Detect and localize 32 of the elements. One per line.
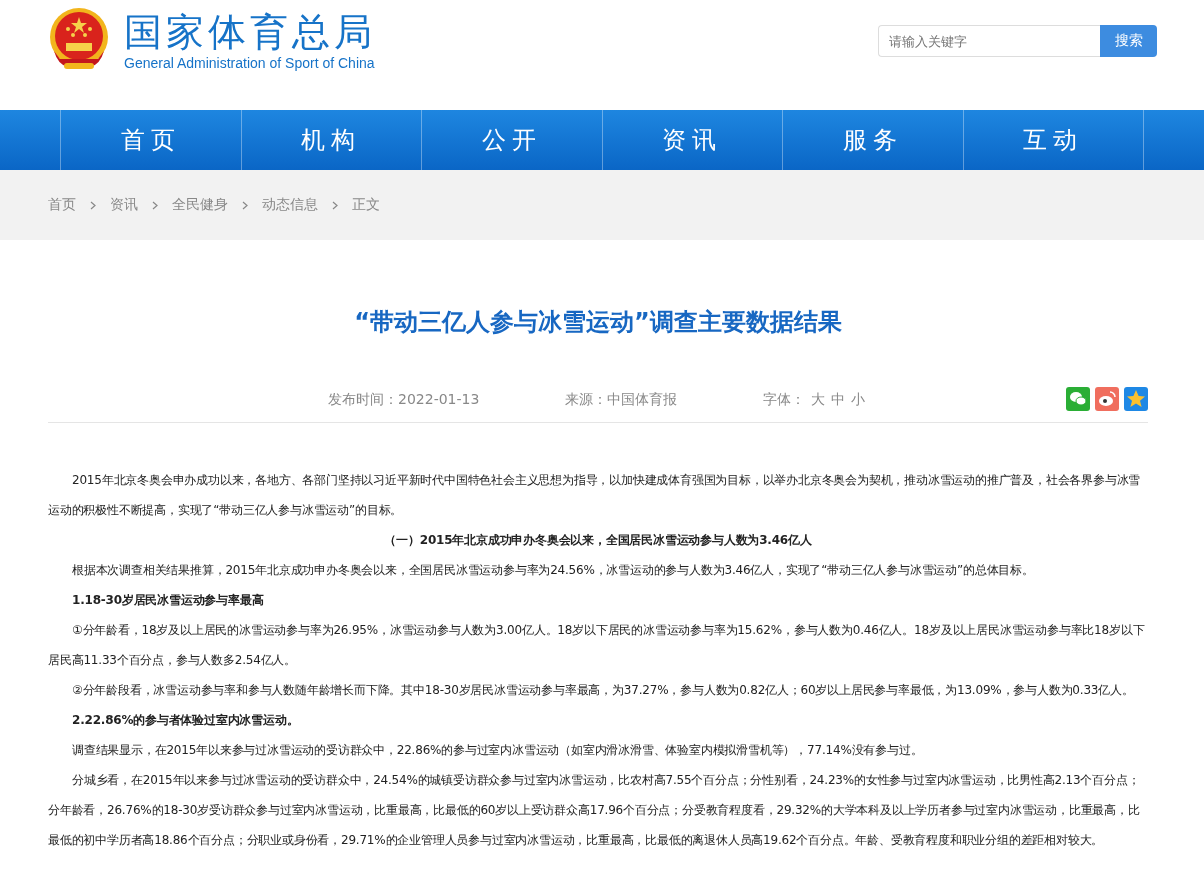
chat-share-icon[interactable]	[1066, 387, 1090, 411]
article-paragraph: 2015年北京冬奥会申办成功以来，各地方、各部门坚持以习近平新时代中国特色社会主义思想为指导，以加快建成体育强国为目标，以举办北京冬奥会为契机，推动冰雪运动的推广普及，社会各界参与冰雪运动的积极性不断提高，实现了“带动三亿人参与冰雪运动”的目标。	[48, 472, 1142, 519]
breadcrumb-link[interactable]: 全民健身	[172, 196, 228, 214]
star-share-icon[interactable]	[1124, 387, 1148, 411]
site-subtitle: General Administration of Sport of China	[124, 55, 376, 71]
breadcrumb-separator-icon	[90, 200, 96, 210]
font-size-label: 字体：	[763, 391, 806, 409]
site-title: 国家体育总局	[124, 10, 376, 55]
font-size-link[interactable]: 中	[831, 391, 846, 409]
publish-date: 发布时间：2022-01-13	[328, 391, 480, 409]
search-field[interactable]: 请输入关键字	[878, 25, 1100, 57]
weibo-share-icon[interactable]	[1095, 387, 1119, 411]
font-size-link[interactable]: 大	[811, 391, 826, 409]
font-size-link[interactable]: 小	[851, 391, 866, 409]
article-source: 来源：中国体育报	[565, 391, 678, 409]
breadcrumb-link[interactable]: 动态信息	[262, 196, 318, 214]
article-paragraph: ①分年龄看，18岁及以上居民的冰雪运动参与率为26.95%，冰雪运动参与人数为3.00亿人。18岁以下居民的冰雪运动参与率为15.62%，参与人数为0.46亿人。18岁及以上居民冰雪运动参与率比18岁以下居民高11.33个百分点，参与人数多2.54亿人。	[48, 622, 1146, 669]
breadcrumb-link[interactable]: 正文	[352, 196, 380, 214]
article-paragraph: 根据本次调查相关结果推算，2015年北京成功申办冬奥会以来，全国居民冰雪运动参与率为24.56%，冰雪运动的参与人数为3.46亿人，实现了“带动三亿人参与冰雪运动”的总体目标。	[71, 562, 1035, 579]
article-paragraph: ②分年龄段看，冰雪运动参与率和参与人数随年龄增长而下降。其中18-30岁居民冰雪运动参与率最高，为37.27%，参与人数为0.82亿人；60岁以上居民参与率最低，为13.09%，参与人数为0.33亿人。	[71, 682, 1135, 699]
article-paragraph: （一）2015年北京成功申办冬奥会以来，全国居民冰雪运动参与人数为3.46亿人	[383, 532, 813, 549]
article-paragraph: 2.22.86%的参与者体验过室内冰雪运动。	[71, 712, 300, 729]
article-paragraph: 分城乡看，在2015年以来参与过冰雪运动的受访群众中，24.54%的城镇受访群众参与过室内冰雪运动，比农村高7.55个百分点；分性别看，24.23%的女性参与过室内冰雪运动，比男性高2.13个百分点；分年龄看，26.76%的18-30岁受访群众参与过室内冰雪运动，比重最高，比最低的60岁以上受访群众高17.96个百分点；分受教育程度看，29.32%的大学本科及以上学历者参与过室内冰雪运动，比重最高，比最低的初中学历者高18.86个百分点；分职业或身份看，29.71%的企业管理人员参与过室内冰雪运动，比重最高，比最低的离退休人员高19.62个百分点。年龄、受教育程度和职业分组的差距相对较大。	[48, 772, 1141, 849]
breadcrumb-separator-icon	[242, 200, 248, 210]
article-title: “带动三亿人参与冰雪运动”调查主要数据结果	[353, 307, 843, 338]
breadcrumb-link[interactable]: 首页	[48, 196, 76, 214]
breadcrumb-separator-icon	[152, 200, 158, 210]
search-button[interactable]: 搜索	[1100, 25, 1157, 57]
breadcrumb-separator-icon	[332, 200, 338, 210]
article-paragraph: 调查结果显示，在2015年以来参与过冰雪运动的受访群众中，22.86%的参与过室内冰雪运动（如室内滑冰滑雪、体验室内模拟滑雪机等），77.14%没有参与过。	[71, 742, 924, 759]
article-paragraph: 1.18-30岁居民冰雪运动参与率最高	[71, 592, 265, 609]
breadcrumb-link[interactable]: 资讯	[110, 196, 138, 214]
